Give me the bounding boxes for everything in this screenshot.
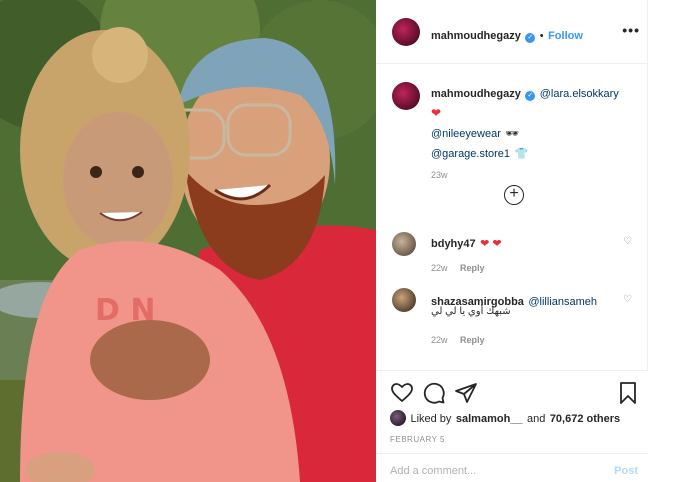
liker-username[interactable]: salmamoh__: [456, 413, 523, 425]
reply-button[interactable]: Reply: [460, 263, 485, 273]
author-avatar[interactable]: [392, 18, 420, 46]
photo-illustration: D N: [0, 0, 376, 482]
comment-item: shazasamirgobba @lilliansameh شبهك أوي ي…: [376, 286, 648, 348]
caption-line-1: mahmoudhegazy ✓ @lara.elsokkary: [431, 84, 641, 102]
likes-row: Liked by salmamoh__ and 70,672 others: [390, 409, 620, 427]
comment-meta: 22w Reply: [431, 258, 484, 276]
likes-count[interactable]: 70,672 others: [550, 413, 620, 425]
comment-text: شبهك أوي يا لي لي: [431, 306, 511, 317]
caption-body: mahmoudhegazy ✓ @lara.elsokkary ❤ @nilee…: [431, 84, 641, 180]
verified-badge-icon: ✓: [525, 91, 536, 101]
verified-badge-icon: ✓: [525, 33, 536, 43]
post-side-panel: mahmoudhegazy ✓ • Follow ••• mahmoudhega…: [376, 0, 648, 482]
paper-plane-icon[interactable]: [454, 381, 478, 405]
caption-author-avatar[interactable]: [392, 82, 420, 110]
comment-bubble-icon[interactable]: [422, 381, 446, 405]
comment-body: bdyhy47 ❤ ❤: [431, 234, 502, 252]
comment-like-heart-icon[interactable]: ♡: [623, 294, 632, 305]
post-actions: Liked by salmamoh__ and 70,672 others FE…: [376, 370, 648, 482]
plus-circle-icon[interactable]: +: [504, 185, 524, 205]
reply-button[interactable]: Reply: [460, 335, 485, 345]
follow-button[interactable]: Follow: [548, 30, 583, 42]
header-author-line: mahmoudhegazy ✓ • Follow: [431, 26, 583, 44]
caption-line-4: @garage.store1 👕: [431, 144, 641, 162]
add-comment-input[interactable]: Add a comment...: [390, 465, 476, 477]
add-comment-bar: Add a comment... Post: [376, 453, 648, 482]
caption-username[interactable]: mahmoudhegazy: [431, 88, 521, 100]
comment-meta: 22w Reply: [431, 330, 484, 348]
separator-dot: •: [539, 30, 544, 42]
instagram-post: D N mahmoudhegazy ✓ • Follow ••• mahmoud…: [0, 0, 648, 482]
caption-mention-link[interactable]: @garage.store1: [431, 148, 510, 160]
more-options-icon[interactable]: •••: [622, 22, 640, 38]
heart-emoji-icon: ❤: [431, 106, 442, 120]
post-date[interactable]: FEBRUARY 5: [390, 435, 445, 444]
post-photo[interactable]: D N: [0, 0, 376, 482]
comment-text: ❤ ❤: [480, 238, 502, 250]
commenter-avatar[interactable]: [392, 288, 416, 312]
sunglasses-emoji-icon: 🕶: [505, 128, 520, 140]
caption-mention-link[interactable]: @lara.elsokkary: [540, 88, 619, 100]
author-username[interactable]: mahmoudhegazy: [431, 30, 521, 42]
comment-mention-link[interactable]: @lilliansameh: [528, 296, 597, 308]
caption-mention-link[interactable]: @nileeyewear: [431, 128, 501, 140]
caption-line-2: ❤: [431, 104, 641, 122]
post-header: mahmoudhegazy ✓ • Follow •••: [376, 0, 648, 64]
comment-item: bdyhy47 ❤ ❤ 22w Reply ♡: [376, 228, 648, 278]
comment-username[interactable]: bdyhy47: [431, 238, 476, 250]
bookmark-icon[interactable]: [616, 381, 640, 405]
comment-like-heart-icon[interactable]: ♡: [623, 236, 632, 247]
post-comment-button[interactable]: Post: [614, 465, 638, 477]
liker-avatar[interactable]: [390, 410, 406, 426]
caption-line-3: @nileeyewear 🕶: [431, 124, 641, 142]
shirt-emoji-icon: 👕: [514, 148, 529, 160]
commenter-avatar[interactable]: [392, 232, 416, 256]
likes-prefix: Liked by: [410, 413, 452, 425]
comment-time: 22w: [431, 263, 448, 273]
likes-and: and: [527, 413, 546, 425]
heart-outline-icon[interactable]: [390, 381, 414, 405]
caption-timestamp: 23w: [431, 170, 448, 180]
comment-time: 22w: [431, 335, 448, 345]
